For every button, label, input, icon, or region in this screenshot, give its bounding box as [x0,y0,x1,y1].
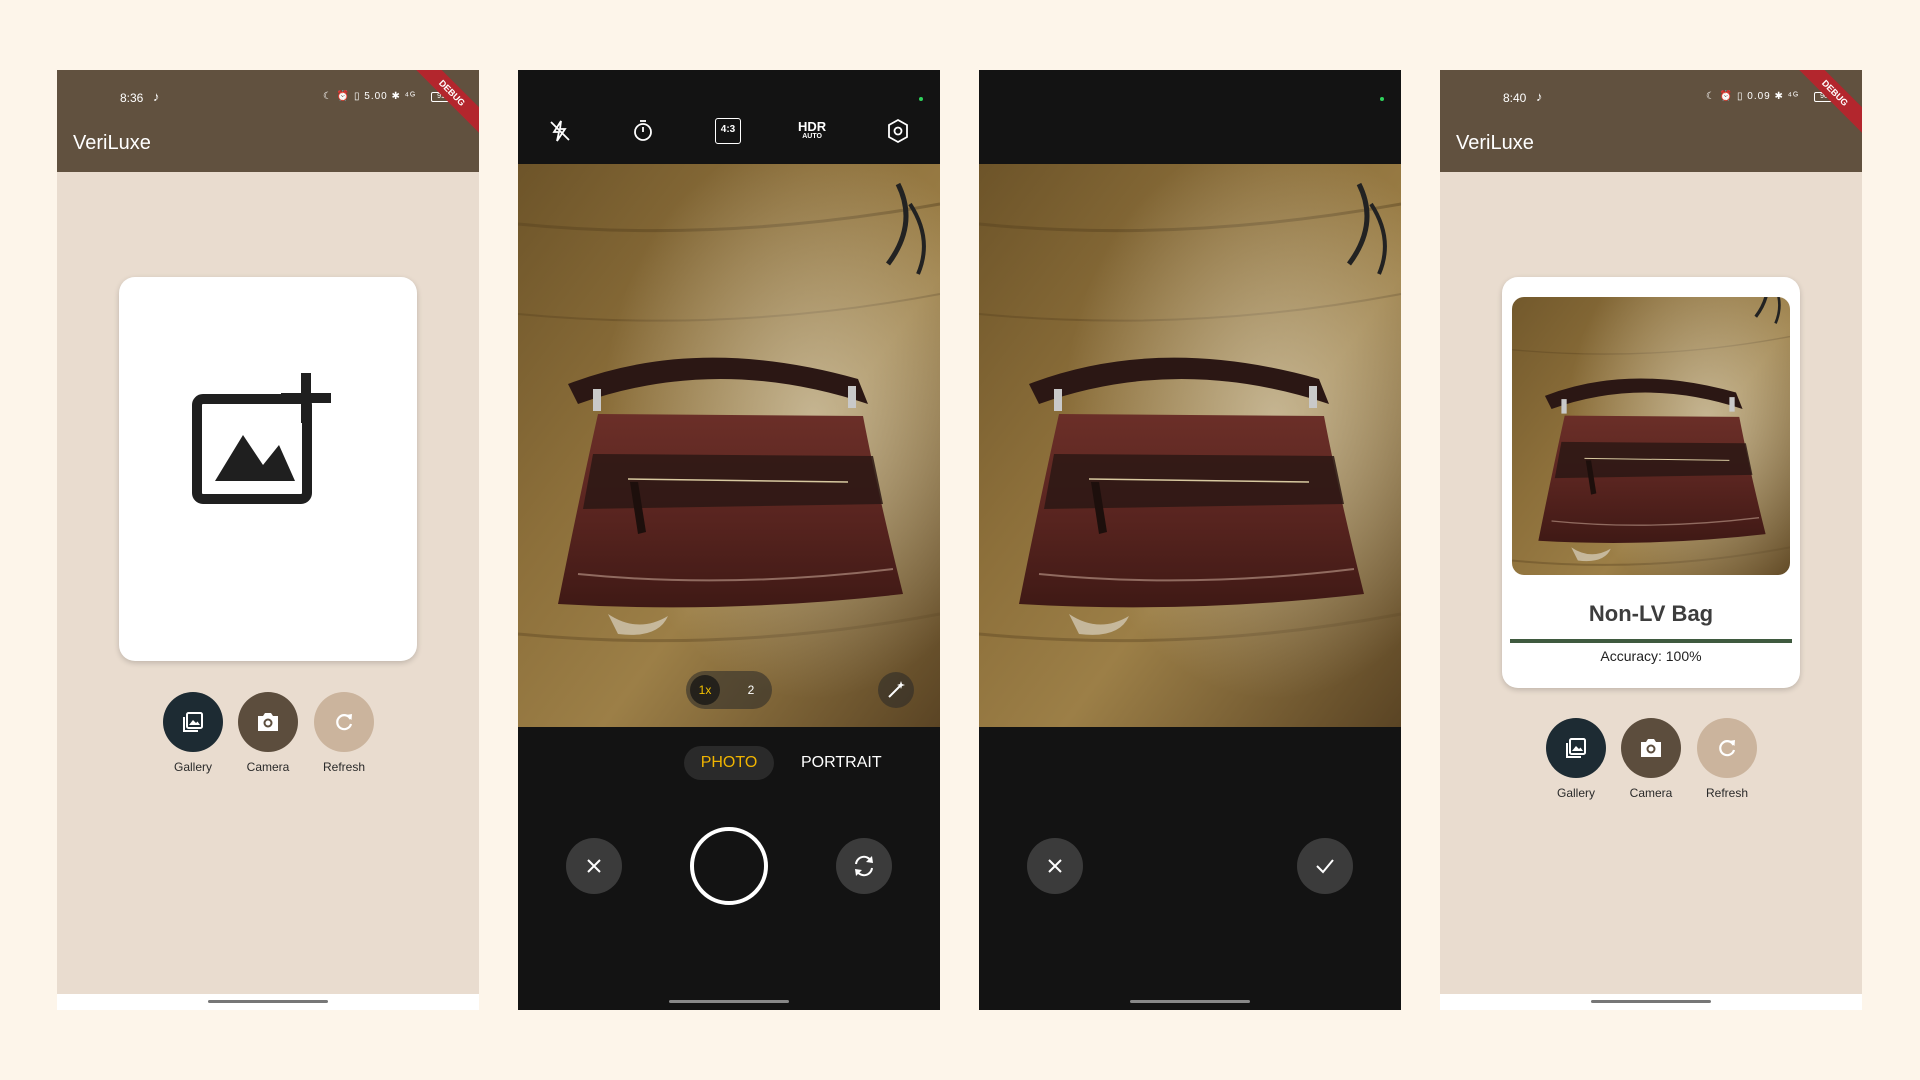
status-icons: ☾ ⏰ ▯ 0.09 ✱ ⁴ᴳ [1706,91,1799,102]
image-placeholder-card[interactable] [119,277,417,661]
hdr-auto-label: AUTO [802,133,822,140]
refresh-icon[interactable] [314,692,374,752]
accuracy-bar [1510,639,1792,643]
accuracy-bar-fill [1510,639,1792,643]
gallery-button[interactable]: Gallery [153,692,233,774]
settings-icon[interactable] [885,118,911,144]
app-title: VeriLuxe [1456,132,1534,154]
status-time: 8:36 [120,91,144,105]
refresh-icon[interactable] [1697,718,1757,778]
screen-veriluxe-empty: 8:36 ♪ ☾ ⏰ ▯ 5.00 ✱ ⁴ᴳ 91 VeriLuxe DEBUG… [57,70,479,1010]
camera-icon[interactable] [238,692,298,752]
screen-veriluxe-result: 8:40 ♪ ☾ ⏰ ▯ 0.09 ✱ ⁴ᴳ 90 VeriLuxe DEBUG… [1440,70,1862,1010]
refresh-label: Refresh [1705,786,1749,800]
gallery-icon[interactable] [1546,718,1606,778]
captured-photo [979,164,1401,727]
magic-wand-icon[interactable] [878,672,914,708]
switch-camera-icon [855,855,873,877]
refresh-label: Refresh [322,760,366,774]
camera-icon[interactable] [1621,718,1681,778]
analyzed-photo [1512,297,1790,575]
camera-button[interactable]: Camera [228,692,308,774]
gesture-bar [1130,1000,1250,1003]
shutter-button[interactable] [690,827,768,905]
zoom-1x-button[interactable]: 1x [690,675,720,705]
gallery-label: Gallery [173,760,212,774]
app-bar: 8:36 ♪ ☾ ⏰ ▯ 5.00 ✱ ⁴ᴳ 91 VeriLuxe DEBUG [57,70,479,172]
app-title: VeriLuxe [73,132,151,154]
aspect-ratio-icon[interactable]: 4:3 [715,118,741,144]
refresh-button[interactable]: Refresh [1687,718,1767,800]
camera-viewfinder[interactable]: 1x 2 [518,164,940,727]
tiktok-icon: ♪ [153,89,160,104]
camera-toolbar: 4:3 HDR AUTO [518,70,940,164]
app-bar: 8:40 ♪ ☾ ⏰ ▯ 0.09 ✱ ⁴ᴳ 90 VeriLuxe DEBUG [1440,70,1862,172]
camera-label: Camera [246,760,290,774]
privacy-indicator [919,97,923,101]
hdr-auto-icon[interactable]: HDR AUTO [798,119,827,142]
flash-off-icon[interactable] [547,118,573,144]
camera-modes: PHOTO PORTRAIT [518,746,940,780]
screen-camera-review [979,70,1401,1010]
retake-button[interactable] [1027,838,1083,894]
captured-photo-preview [979,164,1401,727]
screen-camera-viewfinder: 4:3 HDR AUTO 1x 2 PHOTO PORTRAIT [518,70,940,1010]
status-bar: 8:36 ♪ ☾ ⏰ ▯ 5.00 ✱ ⁴ᴳ 91 [57,70,479,126]
action-row: Gallery Camera Refresh [1440,718,1862,804]
mode-portrait-tab[interactable]: PORTRAIT [801,746,882,780]
zoom-selector[interactable]: 1x 2 [686,671,772,709]
tiktok-icon: ♪ [1536,89,1543,104]
viewfinder-photo [518,164,940,727]
gesture-bar [669,1000,789,1003]
status-icons: ☾ ⏰ ▯ 5.00 ✱ ⁴ᴳ [323,91,416,102]
gallery-label: Gallery [1556,786,1595,800]
confirm-button[interactable] [1297,838,1353,894]
zoom-2x-button[interactable]: 2 [736,675,766,705]
close-camera-button[interactable] [566,838,622,894]
add-photo-icon [192,373,331,504]
status-time: 8:40 [1503,91,1527,105]
status-bar: 8:40 ♪ ☾ ⏰ ▯ 0.09 ✱ ⁴ᴳ 90 [1440,70,1862,126]
action-row: Gallery Camera Refresh [57,692,479,778]
prediction-label: Non-LV Bag [1588,601,1714,626]
switch-camera-button[interactable] [836,838,892,894]
mode-photo-tab[interactable]: PHOTO [684,746,774,780]
camera-label: Camera [1629,786,1673,800]
close-icon [587,859,601,873]
gesture-bar [57,994,479,1010]
refresh-button[interactable]: Refresh [304,692,384,774]
result-card: Non-LV Bag Accuracy: 100% [1502,277,1800,688]
privacy-indicator [1380,97,1384,101]
accuracy-text: Accuracy: 100% [1600,648,1702,664]
gallery-icon[interactable] [163,692,223,752]
camera-top-area [979,70,1401,164]
gallery-button[interactable]: Gallery [1536,718,1616,800]
camera-button[interactable]: Camera [1611,718,1691,800]
check-icon [1316,859,1334,874]
close-icon [1048,859,1062,873]
timer-icon[interactable] [630,118,656,144]
hdr-label: HDR [798,119,827,134]
gesture-bar [1440,994,1862,1010]
